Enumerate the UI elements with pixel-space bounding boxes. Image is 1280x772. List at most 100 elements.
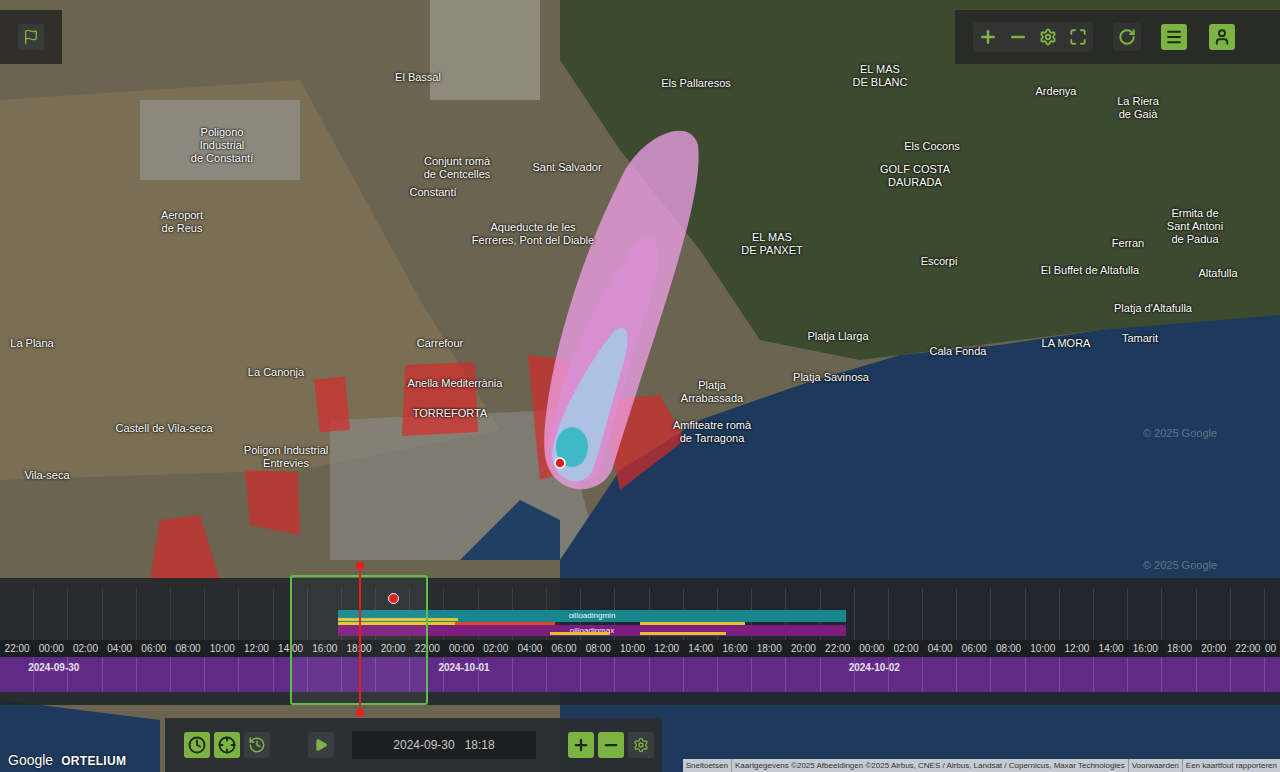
tick-label: 06:00 [957, 640, 991, 657]
tick-label: 16:00 [718, 640, 752, 657]
tick-label: 04:00 [513, 640, 547, 657]
app: El BassalEls PallaresosEL MAS DE BLANCAr… [0, 0, 1280, 772]
tick-label: 10:00 [205, 640, 239, 657]
tick-label: 04:00 [103, 640, 137, 657]
attribution-link[interactable]: Een kaartfout rapporteren [1183, 759, 1280, 772]
tick-label: 02:00 [889, 640, 923, 657]
map-label: Platja Llarga [807, 330, 868, 343]
tick-label: 04:00 [923, 640, 957, 657]
clock-icon [188, 736, 206, 754]
tick-label: 18:00 [752, 640, 786, 657]
zoom-in-button[interactable] [975, 24, 1001, 50]
user-button[interactable] [1209, 24, 1235, 50]
date-label: 2024-10-01 [438, 660, 489, 675]
gear-icon [633, 737, 649, 753]
minus-icon [1008, 27, 1028, 47]
tick-label: 16:00 [1128, 640, 1162, 657]
map-label: Aqueducte de les Ferreres, Pont del Diab… [472, 221, 594, 247]
map-label: EL MAS DE PANXET [741, 231, 803, 257]
settings-button[interactable] [1035, 24, 1061, 50]
map-label: Ardenya [1036, 85, 1077, 98]
tick-label: 06:00 [137, 640, 171, 657]
map-label: EL MAS DE BLANC [852, 63, 907, 89]
timeline-dates: 2024-09-30 2024-10-01 2024-10-02 [0, 657, 1280, 692]
map-watermark: © 2025 Google [1143, 557, 1217, 574]
map-label: Anella Mediterrània [408, 377, 503, 390]
map-label: Cala Fonda [930, 345, 987, 358]
playback-settings-button[interactable] [628, 732, 654, 758]
map-label: Ermita de Sant Antoni de Padua [1167, 207, 1223, 246]
date-label: 2024-09-30 [28, 660, 79, 675]
flag-button[interactable] [0, 10, 62, 64]
tick-label: 18:00 [1162, 640, 1196, 657]
map-label: Platja Savinosa [793, 371, 869, 384]
source-marker[interactable] [555, 458, 565, 468]
map-label: Platja d'Altafulla [1114, 302, 1192, 315]
tick-label: 20:00 [1197, 640, 1231, 657]
flag-icon [23, 29, 39, 45]
tick-label: 00 [1265, 640, 1280, 657]
tick-label: 20:00 [786, 640, 820, 657]
map-label: Altafulla [1198, 267, 1237, 280]
google-logo: Google [8, 750, 53, 771]
history-icon [248, 736, 266, 754]
tick-label: 06:00 [547, 640, 581, 657]
history-button[interactable] [244, 732, 270, 758]
refresh-button[interactable] [1113, 23, 1141, 51]
map-label: Amfiteatre romà de Tarragona [673, 419, 751, 445]
time-cursor[interactable] [359, 565, 361, 713]
map-label: Constantí [409, 186, 456, 199]
map-watermark: © 2025 Google [1143, 425, 1217, 442]
event-marker[interactable] [388, 593, 399, 604]
play-button[interactable] [308, 732, 334, 758]
realtime-button[interactable] [184, 732, 210, 758]
attribution-link[interactable]: Kaartgegevens ©2025 Afbeeldingen ©2025 A… [732, 759, 1129, 772]
tick-label: 00:00 [444, 640, 478, 657]
map-label: GOLF COSTA DAURADA [880, 163, 950, 189]
datetime-field[interactable]: 2024-09-30 18:18 [352, 731, 536, 759]
tick-label: 10:00 [615, 640, 649, 657]
tick-label: 08:00 [991, 640, 1025, 657]
map-label: La Plana [10, 337, 53, 350]
map-label: Ferran [1112, 237, 1144, 250]
map-label: Poligono Industrial de Constantí [191, 126, 253, 165]
tick-label: 10:00 [1026, 640, 1060, 657]
map-label: Carrefour [417, 337, 463, 350]
timeline[interactable]: oilloadingminoilloadinmax22:0000:0002:00… [0, 578, 1280, 705]
map-label: Aeroport de Reus [161, 209, 203, 235]
timeline-events: oilloadingminoilloadinmax [0, 578, 1280, 640]
expand-icon [1069, 28, 1087, 46]
minus-icon [602, 736, 620, 754]
tick-label: 22:00 [0, 640, 34, 657]
zoom-out-button[interactable] [1005, 24, 1031, 50]
tick-label: 02:00 [68, 640, 102, 657]
user-icon [1213, 28, 1231, 46]
menu-button[interactable] [1161, 24, 1187, 50]
tick-label: 14:00 [1094, 640, 1128, 657]
attribution-link[interactable]: Sneltoetsen [683, 759, 732, 772]
speed-up-button[interactable] [568, 732, 594, 758]
plus-icon [572, 736, 590, 754]
map-label: Platja Arrabassada [681, 379, 743, 405]
attribution-link[interactable]: Voorwaarden [1129, 759, 1183, 772]
date-label: 2024-10-02 [849, 660, 900, 675]
ortelium-logo: ORTELIUM [61, 752, 126, 770]
fullscreen-button[interactable] [1065, 24, 1091, 50]
center-button[interactable] [214, 732, 240, 758]
map-label: Els Cocons [904, 140, 960, 153]
tick-label: 08:00 [581, 640, 615, 657]
slow-down-button[interactable] [598, 732, 624, 758]
map-label: Conjunt romà de Centcelles [424, 155, 491, 181]
map-label: El Buffet de Altafulla [1041, 264, 1139, 277]
gear-icon [1039, 28, 1057, 46]
tick-label: 22:00 [821, 640, 855, 657]
playback-controls: 2024-09-30 18:18 [165, 718, 662, 772]
tick-label: 02:00 [479, 640, 513, 657]
map-label: El Bassal [395, 71, 441, 84]
map-label: Castell de Vila-seca [115, 422, 212, 435]
tick-label: 12:00 [650, 640, 684, 657]
branding: Google ORTELIUM [8, 750, 126, 771]
map-label: LA MORA [1042, 337, 1091, 350]
play-icon [314, 738, 328, 752]
tick-label: 00:00 [855, 640, 889, 657]
